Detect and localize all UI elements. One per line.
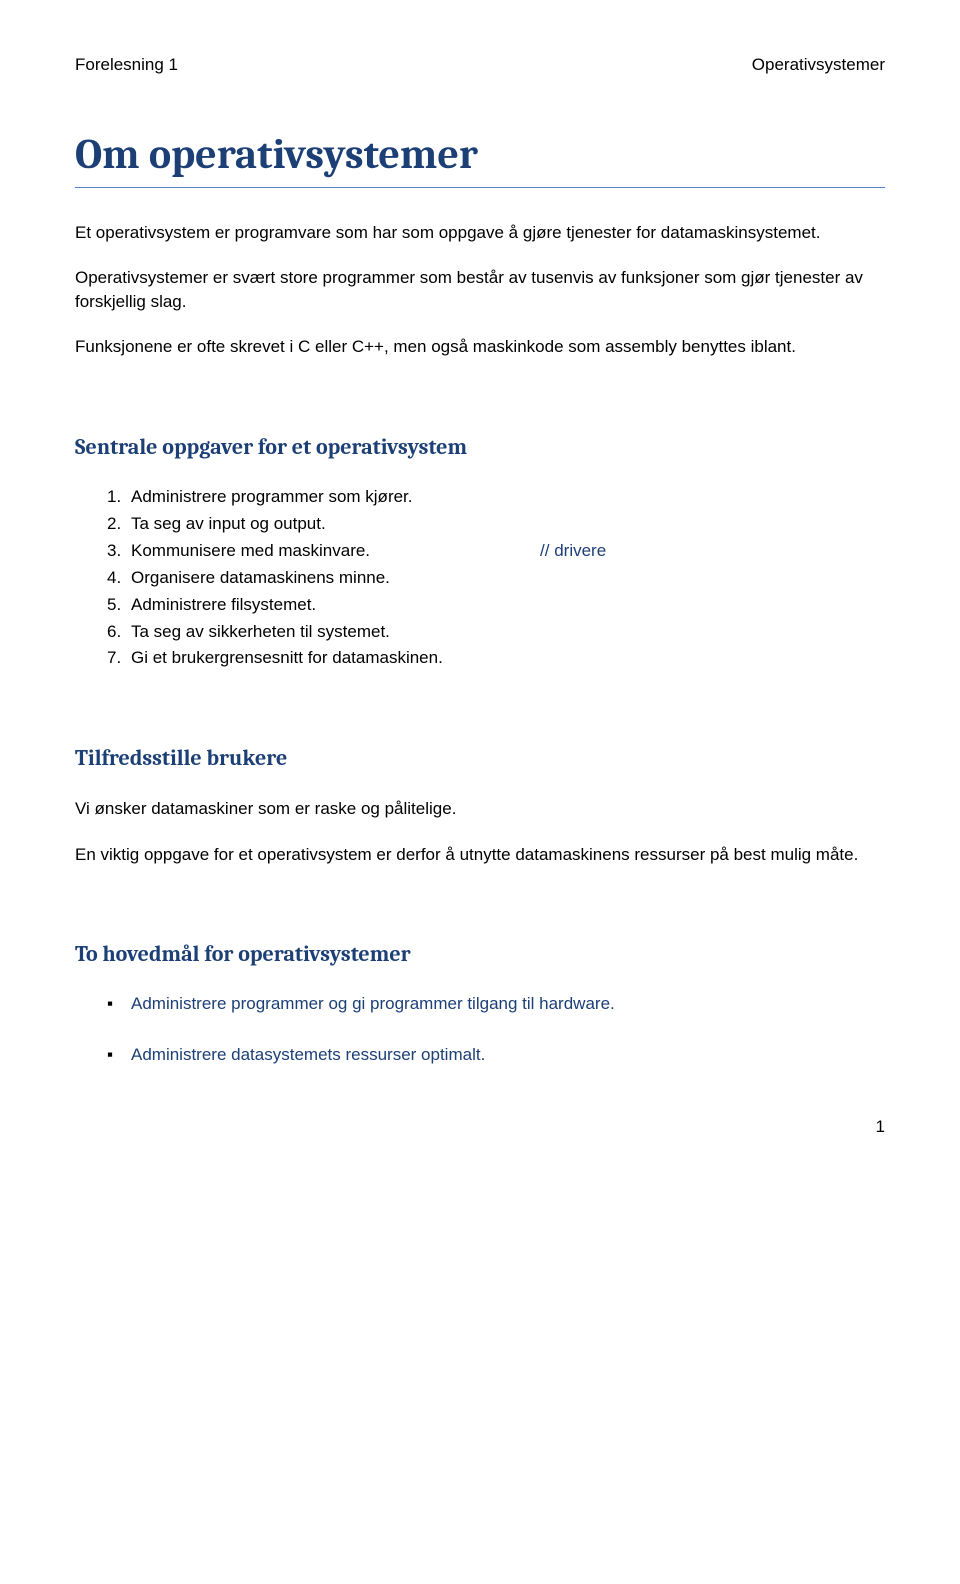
list-number: 3. <box>107 540 131 563</box>
header-left: Forelesning 1 <box>75 55 178 75</box>
list-text: Organisere datamaskinens minne. <box>131 567 390 590</box>
list-text: Kommunisere med maskinvare. <box>131 540 370 563</box>
list-text: Gi et brukergrensesnitt for datamaskinen… <box>131 647 443 670</box>
list-text: Ta seg av sikkerheten til systemet. <box>131 621 390 644</box>
bullet-text: Administrere datasystemets ressurser opt… <box>131 1044 485 1067</box>
list-number: 2. <box>107 513 131 536</box>
intro-paragraph-3: Funksjonene er ofte skrevet i C eller C+… <box>75 335 885 358</box>
page-title: Om operativsystemer <box>75 130 885 188</box>
list-item: 4. Organisere datamaskinens minne. <box>107 567 885 590</box>
list-comment: // drivere <box>540 540 606 563</box>
page-header: Forelesning 1 Operativsystemer <box>75 55 885 75</box>
header-right: Operativsystemer <box>752 55 885 75</box>
page-number: 1 <box>75 1117 885 1137</box>
list-item: 3. Kommunisere med maskinvare. // driver… <box>107 540 885 563</box>
list-item: 7. Gi et brukergrensesnitt for datamaski… <box>107 647 885 670</box>
section2-paragraph-2: En viktig oppgave for et operativsystem … <box>75 843 885 866</box>
list-number: 6. <box>107 621 131 644</box>
list-item: ▪ Administrere programmer og gi programm… <box>107 993 885 1016</box>
list-text: Administrere programmer som kjører. <box>131 486 413 509</box>
section-heading-tasks: Sentrale oppgaver for et operativsystem <box>75 434 885 460</box>
bullet-text: Administrere programmer og gi programmer… <box>131 993 615 1016</box>
list-item: 6. Ta seg av sikkerheten til systemet. <box>107 621 885 644</box>
list-item: ▪ Administrere datasystemets ressurser o… <box>107 1044 885 1067</box>
list-item: 1. Administrere programmer som kjører. <box>107 486 885 509</box>
list-number: 4. <box>107 567 131 590</box>
bullet-icon: ▪ <box>107 1044 131 1067</box>
list-number: 7. <box>107 647 131 670</box>
intro-paragraph-2: Operativsystemer er svært store programm… <box>75 266 885 313</box>
list-text: Administrere filsystemet. <box>131 594 316 617</box>
bullet-icon: ▪ <box>107 993 131 1016</box>
goals-list: ▪ Administrere programmer og gi programm… <box>107 993 885 1067</box>
section-heading-goals: To hovedmål for operativsystemer <box>75 941 885 967</box>
list-item: 2. Ta seg av input og output. <box>107 513 885 536</box>
list-text: Ta seg av input og output. <box>131 513 326 536</box>
tasks-list: 1. Administrere programmer som kjører. 2… <box>107 486 885 671</box>
section-heading-users: Tilfredsstille brukere <box>75 745 885 771</box>
list-number: 5. <box>107 594 131 617</box>
intro-paragraph-1: Et operativsystem er programvare som har… <box>75 221 885 244</box>
list-item: 5. Administrere filsystemet. <box>107 594 885 617</box>
section2-paragraph-1: Vi ønsker datamaskiner som er raske og p… <box>75 797 885 820</box>
list-number: 1. <box>107 486 131 509</box>
